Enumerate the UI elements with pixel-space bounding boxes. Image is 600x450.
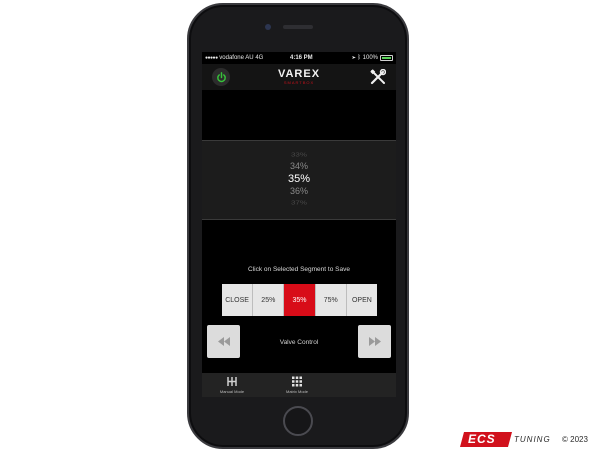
tab-label: Matrix Mode bbox=[285, 389, 308, 394]
battery-percent: 100% bbox=[362, 55, 378, 61]
bluetooth-icon: ᛒ bbox=[357, 55, 361, 61]
status-bar: ●●●●● vodafone AU 4G 4:16 PM ➤ ᛒ 100% bbox=[202, 52, 396, 64]
battery-icon bbox=[380, 55, 393, 61]
power-icon bbox=[216, 71, 226, 82]
location-icon: ➤ bbox=[352, 55, 356, 61]
settings-button[interactable] bbox=[370, 68, 387, 85]
segment-25[interactable]: 25% bbox=[253, 284, 285, 316]
home-button[interactable] bbox=[283, 406, 313, 436]
tab-label: Manual Mode bbox=[219, 389, 245, 394]
segment-35[interactable]: 35% bbox=[284, 284, 316, 316]
camera-icon bbox=[265, 24, 271, 30]
ecs-tuning-watermark: ECS TUNING © 2023 bbox=[459, 432, 598, 447]
battery-fill bbox=[382, 57, 391, 59]
wrench-screwdriver-icon bbox=[370, 68, 387, 85]
picker-item[interactable]: 33% bbox=[202, 151, 396, 157]
picker-item-selected[interactable]: 35% bbox=[202, 173, 396, 185]
fast-forward-icon bbox=[368, 337, 381, 346]
tab-matrix-mode[interactable]: Matrix Mode bbox=[267, 373, 327, 397]
grid-icon bbox=[292, 376, 302, 387]
speaker-grille bbox=[283, 25, 313, 29]
next-button[interactable] bbox=[358, 325, 391, 358]
logo-main: VAREX bbox=[277, 68, 321, 80]
app-screen: ●●●●● vodafone AU 4G 4:16 PM ➤ ᛒ 100% VA… bbox=[202, 52, 396, 397]
segment-75[interactable]: 75% bbox=[315, 284, 347, 316]
status-right: ➤ ᛒ 100% bbox=[352, 52, 378, 64]
tab-manual-mode[interactable]: Manual Mode bbox=[202, 373, 262, 397]
carrier-name: vodafone AU bbox=[219, 55, 254, 61]
manual-mode-icon bbox=[227, 377, 237, 386]
app-header: VAREX SMARTBOX bbox=[202, 64, 396, 90]
tab-bar: Manual Mode Matrix Mode bbox=[202, 373, 396, 397]
picker-item[interactable]: 37% bbox=[202, 199, 396, 205]
segment-close[interactable]: CLOSE bbox=[222, 284, 254, 316]
save-instruction: Click on Selected Segment to Save bbox=[248, 266, 350, 273]
tuning-text: TUNING bbox=[514, 435, 551, 444]
segment-control: CLOSE 25% 35% 75% OPEN bbox=[222, 284, 378, 316]
ecs-brand: ECS bbox=[468, 432, 496, 446]
network-type: 4G bbox=[255, 55, 264, 61]
percentage-picker[interactable]: 33% 34% 35% 36% 37% bbox=[202, 140, 396, 220]
picker-item[interactable]: 34% bbox=[202, 161, 396, 171]
signal-icon: ●●●●● bbox=[205, 55, 218, 61]
carrier-info: ●●●●● vodafone AU 4G bbox=[205, 52, 263, 64]
picker-item[interactable]: 36% bbox=[202, 186, 396, 196]
segment-open[interactable]: OPEN bbox=[346, 284, 378, 316]
status-time: 4:16 PM bbox=[290, 55, 313, 61]
varex-logo: VAREX SMARTBOX bbox=[270, 68, 328, 85]
copyright-text: © 2023 bbox=[562, 435, 588, 444]
logo-sub: SMARTBOX bbox=[283, 80, 315, 85]
power-button[interactable] bbox=[212, 68, 230, 86]
